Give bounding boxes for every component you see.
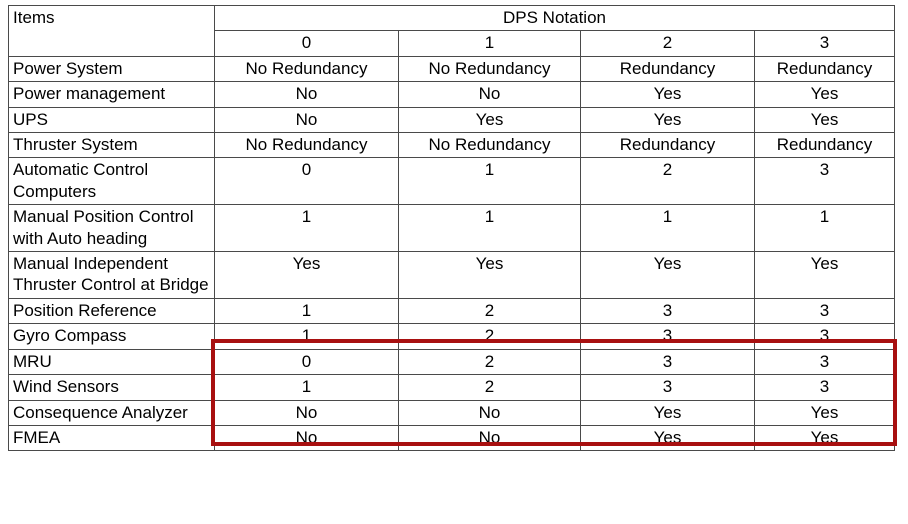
cell-value: 3 (754, 297, 895, 325)
cell-value: Yes (754, 251, 895, 299)
cell-value: 1 (214, 374, 399, 401)
page-root: Items DPS Notation 0 1 2 3 Power System N… (0, 0, 908, 524)
table-row: Wind Sensors 1 2 3 3 (8, 374, 895, 401)
column-header-0: 0 (214, 30, 399, 57)
row-label: Position Reference (8, 297, 215, 325)
cell-value: 1 (398, 157, 581, 206)
cell-value: 3 (754, 323, 895, 350)
cell-value: 0 (214, 157, 399, 206)
row-label: Wind Sensors (8, 374, 215, 401)
row-label: FMEA (8, 424, 215, 452)
cell-value: Redundancy (580, 55, 755, 83)
cell-value: 2 (398, 323, 581, 350)
row-label: Manual Independent Thruster Control at B… (8, 251, 215, 299)
row-label: Consequence Analyzer (8, 399, 215, 426)
cell-value: Yes (580, 81, 755, 108)
cell-value: No (214, 424, 399, 452)
cell-value: 3 (754, 348, 895, 376)
cell-value: 2 (398, 348, 581, 376)
table-row: Manual Position Control with Auto headin… (8, 204, 895, 253)
column-header-2: 2 (580, 30, 755, 57)
table-row: Power System No Redundancy No Redundancy Re… (8, 55, 895, 83)
cell-value: 2 (580, 157, 755, 206)
column-header-1: 1 (398, 30, 581, 57)
row-label: Automatic Control Computers (8, 157, 215, 206)
cell-value: Yes (398, 251, 581, 299)
cell-value: No Redundancy (398, 132, 581, 159)
header-row-group: Items DPS Notation (8, 4, 895, 57)
cell-value: Yes (580, 399, 755, 426)
cell-value: Redundancy (754, 55, 895, 83)
cell-value: 3 (580, 348, 755, 376)
cell-value: 1 (580, 204, 755, 253)
cell-value: No (398, 399, 581, 426)
cell-value: Redundancy (580, 132, 755, 159)
cell-value: 1 (214, 323, 399, 350)
table-row: MRU 0 2 3 3 (8, 348, 895, 376)
table-row: Position Reference 1 2 3 3 (8, 297, 895, 325)
cell-value: No Redundancy (398, 55, 581, 83)
cell-value: Yes (754, 424, 895, 452)
row-label: Gyro Compass (8, 323, 215, 350)
cell-value: Yes (580, 106, 755, 134)
cell-value: 3 (580, 374, 755, 401)
cell-value: 1 (398, 204, 581, 253)
row-label: MRU (8, 348, 215, 376)
cell-value: No (398, 81, 581, 108)
row-label: Power management (8, 81, 215, 108)
table-row: FMEA No No Yes Yes (8, 424, 895, 452)
cell-value: 0 (214, 348, 399, 376)
cell-value: Yes (580, 251, 755, 299)
cell-value: No (214, 399, 399, 426)
dps-notation-table: Items DPS Notation 0 1 2 3 Power System N… (8, 4, 895, 452)
cell-value: Yes (754, 81, 895, 108)
corner-header-items: Items (8, 5, 215, 57)
cell-value: 3 (580, 297, 755, 325)
cell-value: No (398, 424, 581, 452)
cell-value: 3 (754, 374, 895, 401)
column-header-3: 3 (754, 30, 895, 57)
row-label: Thruster System (8, 132, 215, 159)
cell-value: Redundancy (754, 132, 895, 159)
table-row: Power management No No Yes Yes (8, 81, 895, 108)
table-row: Gyro Compass 1 2 3 3 (8, 323, 895, 350)
row-label: Power System (8, 55, 215, 83)
table-head: Items DPS Notation 0 1 2 3 (8, 4, 895, 57)
cell-value: 3 (754, 157, 895, 206)
table-row: UPS No Yes Yes Yes (8, 106, 895, 134)
cell-value: Yes (754, 399, 895, 426)
table-row: Consequence Analyzer No No Yes Yes (8, 399, 895, 426)
cell-value: 3 (580, 323, 755, 350)
cell-value: Yes (580, 424, 755, 452)
cell-value: Yes (754, 106, 895, 134)
cell-value: Yes (214, 251, 399, 299)
cell-value: 2 (398, 297, 581, 325)
cell-value: No (214, 81, 399, 108)
cell-value: 2 (398, 374, 581, 401)
cell-value: 1 (214, 297, 399, 325)
row-label: Manual Position Control with Auto headin… (8, 204, 215, 253)
cell-value: 1 (754, 204, 895, 253)
table-row: Automatic Control Computers 0 1 2 3 (8, 157, 895, 206)
table-row: Thruster System No Redundancy No Redundanc… (8, 132, 895, 159)
row-label: UPS (8, 106, 215, 134)
cell-value: Yes (398, 106, 581, 134)
cell-value: No Redundancy (214, 55, 399, 83)
group-header-dps-notation: DPS Notation (214, 4, 895, 32)
table-body: Power System No Redundancy No Redundancy Re… (8, 55, 895, 452)
cell-value: 1 (214, 204, 399, 253)
cell-value: No Redundancy (214, 132, 399, 159)
table-row: Manual Independent Thruster Control at B… (8, 251, 895, 299)
cell-value: No (214, 106, 399, 134)
